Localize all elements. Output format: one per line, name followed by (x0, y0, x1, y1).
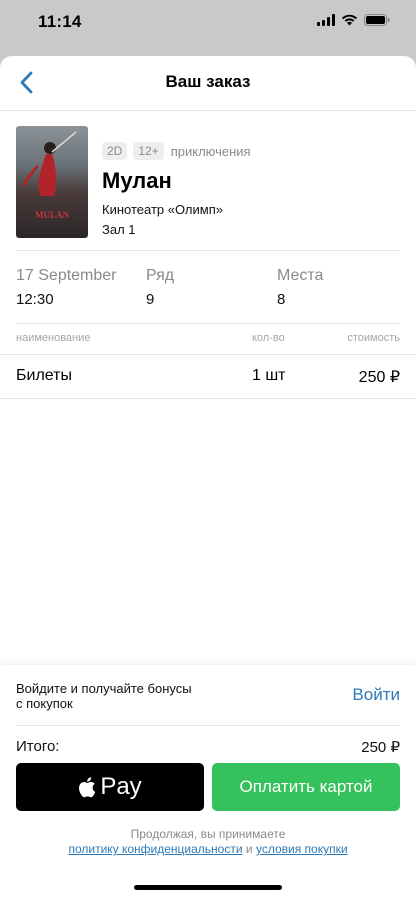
item-qty: 1 шт (252, 367, 286, 384)
order-sheet: Ваш заказ MULAN 2D 12+ приключения Мулан… (0, 56, 416, 900)
status-time: 11:14 (38, 12, 82, 31)
session-time: 12:30 (16, 291, 54, 308)
terms-notice: Продолжая, вы принимаете политику конфид… (0, 827, 416, 857)
movie-title: Мулан (102, 168, 172, 193)
table-row: Билеты 1 шт 250 ₽ (0, 354, 416, 399)
hall-name: Зал 1 (102, 222, 136, 237)
movie-tags: 2D 12+ приключения (102, 142, 251, 160)
nav-bar: Ваш заказ (0, 56, 416, 111)
apple-icon (79, 777, 96, 798)
total-label: Итого: (16, 738, 60, 755)
status-icons (317, 14, 390, 26)
header-name: наименование (16, 332, 91, 344)
home-indicator[interactable] (134, 885, 282, 890)
wifi-icon (342, 14, 357, 26)
battery-icon (364, 14, 390, 26)
seats-label: Места (277, 267, 324, 284)
header-qty: кол-во (252, 332, 285, 344)
terms-prefix: Продолжая, вы принимаете (130, 827, 286, 841)
terms-and: и (245, 842, 253, 856)
format-badge: 2D (102, 142, 128, 160)
seats-value: 8 (277, 291, 286, 308)
session-date: 17 September (16, 267, 117, 284)
table-header: наименование кол-во стоимость (0, 324, 416, 355)
item-name: Билеты (16, 367, 72, 384)
session-info: 17 September 12:30 Ряд 9 Места 8 (16, 267, 400, 324)
page-title: Ваш заказ (165, 72, 251, 91)
terms-links: политику конфиденциальности и условия по… (0, 842, 416, 857)
item-cost: 250 ₽ (358, 369, 400, 386)
bonus-promo: Войдите и получайте бонусы с покупок (16, 681, 236, 711)
session-seats: Места 8 (277, 267, 323, 308)
divider (16, 725, 400, 726)
total-value: 250 ₽ (361, 739, 400, 756)
poster-title-text: MULAN (35, 210, 69, 220)
session-datetime: 17 September 12:30 (16, 267, 117, 308)
movie-poster: MULAN (16, 126, 88, 238)
login-button[interactable]: Войти (352, 685, 400, 705)
bonus-line-2: с покупок (16, 696, 73, 711)
checkout-panel: Войдите и получайте бонусы с покупок Вой… (0, 665, 416, 900)
row-value: 9 (146, 291, 155, 308)
bonus-line-1: Войдите и получайте бонусы (16, 681, 192, 696)
age-badge: 12+ (133, 142, 164, 160)
session-row: Ряд 9 (146, 267, 174, 308)
movie-card: MULAN 2D 12+ приключения Мулан Кинотеатр… (16, 126, 400, 251)
purchase-terms-link[interactable]: условия покупки (256, 842, 348, 856)
cinema-name: Кинотеатр «Олимп» (102, 202, 223, 217)
genre-label: приключения (170, 143, 251, 159)
signal-icon (317, 14, 335, 26)
status-bar: 11:14 (0, 0, 416, 46)
apple-pay-label: Pay (100, 773, 142, 800)
row-label: Ряд (146, 267, 175, 284)
privacy-policy-link[interactable]: политику конфиденциальности (68, 842, 242, 856)
apple-pay-button[interactable]: Pay (16, 763, 204, 811)
pay-by-card-button[interactable]: Оплатить картой (212, 763, 400, 811)
poster-art: MULAN (22, 131, 77, 220)
header-cost: стоимость (347, 332, 400, 344)
